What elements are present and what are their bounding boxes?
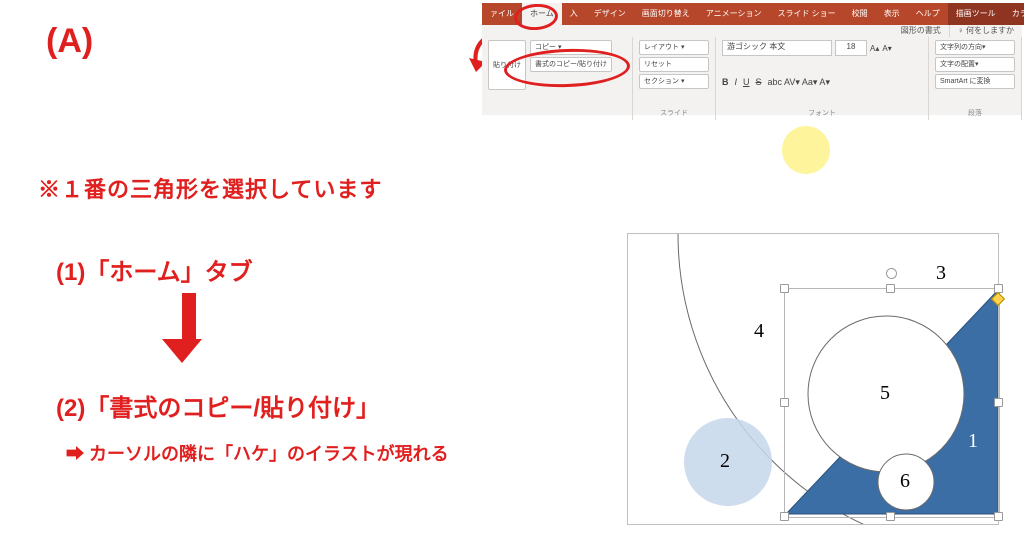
decorative-yellow-circle	[782, 126, 830, 174]
handle-nw[interactable]	[780, 284, 789, 293]
handle-e[interactable]	[994, 398, 1003, 407]
tab-view[interactable]: 表示	[876, 3, 908, 25]
tab-file[interactable]: ァイル	[482, 3, 522, 25]
layout-button[interactable]: レイアウト ▾	[639, 40, 709, 55]
tab-slideshow[interactable]: スライド ショー	[769, 3, 843, 25]
handle-w[interactable]	[780, 398, 789, 407]
tab-home[interactable]: ホーム	[522, 3, 562, 25]
tab-design[interactable]: デザイン	[586, 3, 634, 25]
selection-box[interactable]	[784, 288, 1000, 518]
shape-label-1: 1	[968, 430, 978, 453]
tab-shape-format[interactable]: 図形の書式	[893, 25, 949, 37]
handle-sw[interactable]	[780, 512, 789, 521]
arrow-down-icon	[175, 293, 202, 363]
slide-canvas: 1 2 3 4 5 6	[627, 233, 999, 525]
reset-button[interactable]: リセット	[639, 57, 709, 72]
shape-label-6: 6	[900, 470, 910, 493]
strike-button[interactable]: S	[756, 77, 762, 87]
font-other-buttons[interactable]: abc AV▾ Aa▾ A▾	[768, 77, 830, 88]
tell-me[interactable]: 何をしますか	[966, 26, 1014, 35]
text-align-button[interactable]: 文字の配置▾	[935, 57, 1015, 72]
group-para-label: 段落	[935, 108, 1015, 118]
tab-anim[interactable]: アニメーション	[698, 3, 770, 25]
ribbon-tabstrip: ァイル ホーム 入 デザイン 画面切り替え アニメーション スライド ショー 校…	[482, 3, 1022, 25]
step-2-result: ➡ カーソルの隣に「ハケ」のイラストが現れる	[66, 440, 449, 466]
section-label: (A)	[46, 22, 93, 61]
shape-label-5: 5	[880, 382, 890, 405]
ribbon-body: 貼り付け コピー ▾ 書式のコピー/貼り付け レイアウト ▾ リセット セクショ…	[482, 37, 1022, 115]
group-font-label: フォント	[722, 108, 922, 118]
format-painter-button[interactable]: 書式のコピー/貼り付け	[530, 57, 612, 72]
group-clipboard: 貼り付け コピー ▾ 書式のコピー/貼り付け	[482, 37, 633, 120]
font-size-dec-icon[interactable]: A▾	[882, 44, 891, 53]
shape-label-2: 2	[720, 450, 730, 473]
paste-button[interactable]: 貼り付け	[488, 40, 526, 90]
tab-insert[interactable]: 入	[562, 3, 586, 25]
handle-s[interactable]	[886, 512, 895, 521]
handle-n[interactable]	[886, 284, 895, 293]
right-hint: カラー・チャートを使ってイラス	[1004, 3, 1024, 25]
group-paragraph: 文字列の方向▾ 文字の配置▾ SmartArt に変換 段落	[929, 37, 1022, 120]
step-1: (1)「ホーム」タブ	[56, 252, 253, 287]
selection-note: ※１番の三角形を選択しています	[38, 172, 382, 204]
step-2: (2)「書式のコピー/貼り付け」	[56, 388, 380, 423]
page: (A) ※１番の三角形を選択しています (1)「ホーム」タブ (2)「書式のコピ…	[0, 0, 1024, 538]
section-button[interactable]: セクション ▾	[639, 74, 709, 89]
group-slides: レイアウト ▾ リセット セクション ▾ スライド	[633, 37, 716, 120]
rotate-handle-icon[interactable]	[886, 268, 897, 279]
font-name-select[interactable]: 游ゴシック 本文	[722, 40, 832, 56]
font-size-inc-icon[interactable]: A▴	[870, 44, 879, 53]
italic-button[interactable]: I	[735, 77, 738, 87]
underline-button[interactable]: U	[743, 77, 750, 87]
tab-review[interactable]: 校閲	[844, 3, 876, 25]
context-title: 描画ツール	[948, 3, 1004, 25]
tab-help[interactable]: ヘルプ	[908, 3, 948, 25]
smartart-button[interactable]: SmartArt に変換	[935, 74, 1015, 89]
powerpoint-ribbon: ァイル ホーム 入 デザイン 画面切り替え アニメーション スライド ショー 校…	[482, 3, 1022, 115]
shape-label-4: 4	[754, 320, 764, 343]
handle-se[interactable]	[994, 512, 1003, 521]
bold-button[interactable]: B	[722, 77, 729, 87]
group-slides-label: スライド	[639, 108, 709, 118]
group-font: 游ゴシック 本文 18 A▴ A▾ B I U S abc AV▾ Aa▾ A▾…	[716, 37, 929, 120]
copy-button[interactable]: コピー ▾	[530, 40, 612, 55]
font-size-select[interactable]: 18	[835, 40, 867, 56]
shape-label-3: 3	[936, 262, 946, 285]
text-direction-button[interactable]: 文字列の方向▾	[935, 40, 1015, 55]
tab-transitions[interactable]: 画面切り替え	[634, 3, 698, 25]
